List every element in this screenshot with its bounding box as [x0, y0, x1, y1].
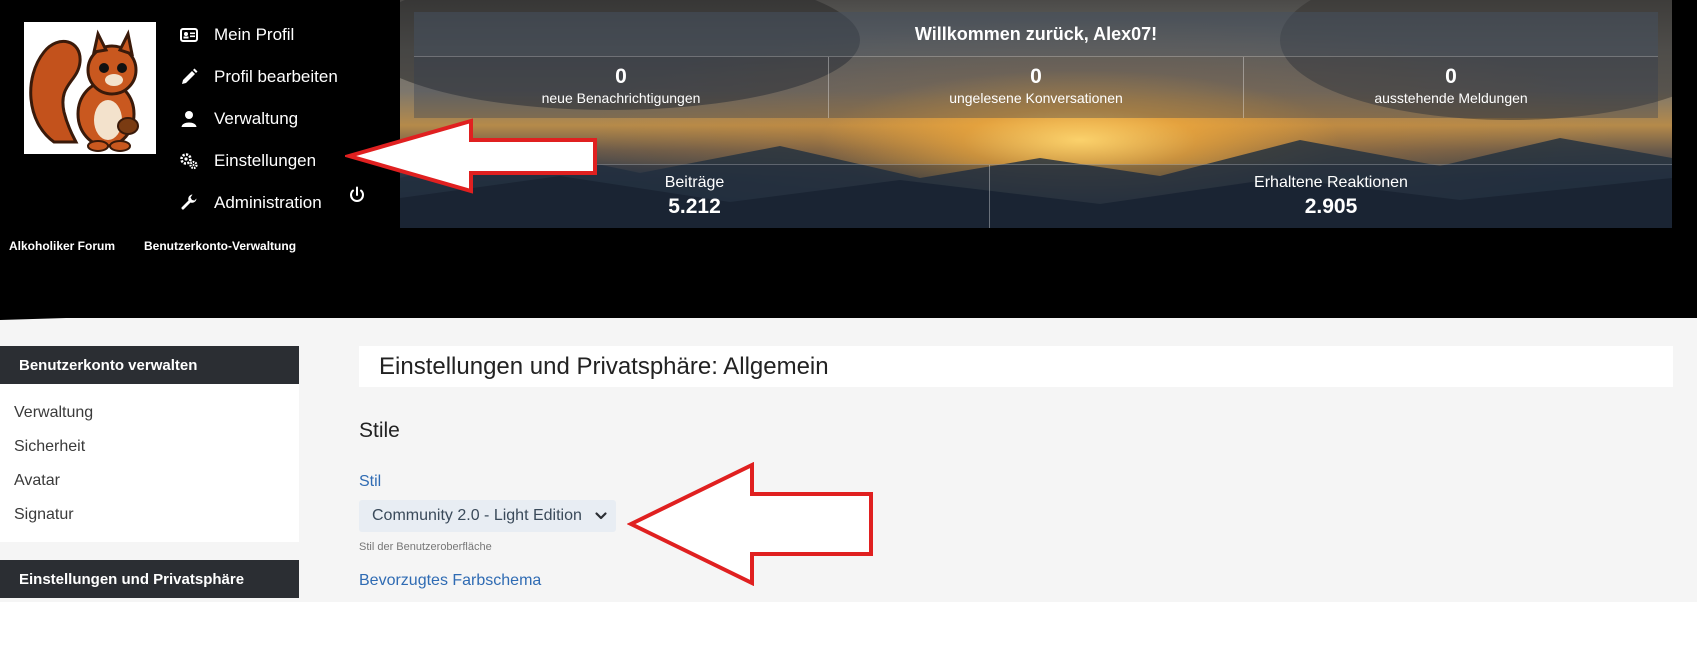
notification-stats: 0 neue Benachrichtigungen 0 ungelesene K… — [414, 56, 1658, 118]
sidebar-gap — [0, 542, 299, 560]
welcome-bar: Willkommen zurück, Alex07! — [414, 12, 1658, 56]
header-diagonal-edge — [0, 268, 1697, 320]
menu-item-einstellungen[interactable]: Einstellungen — [180, 140, 338, 182]
stat-label: Erhaltene Reaktionen — [1254, 174, 1408, 191]
sidebar-item-signatur[interactable]: Signatur — [0, 498, 299, 532]
style-select[interactable]: Community 2.0 - Light Edition — [359, 500, 616, 532]
style-label[interactable]: Stil — [359, 473, 1673, 491]
avatar[interactable] — [24, 22, 156, 154]
gears-icon — [180, 152, 198, 170]
stat-label: ausstehende Meldungen — [1374, 90, 1528, 106]
sidebar-header[interactable]: Einstellungen und Privatsphäre — [0, 560, 299, 598]
menu-item-administration[interactable]: Administration — [180, 182, 338, 224]
breadcrumb-link[interactable]: Benutzerkonto-Verwaltung — [144, 239, 296, 253]
bottom-whitespace — [0, 602, 1697, 648]
stat-value: 0 — [615, 65, 627, 88]
pencil-icon — [180, 68, 198, 86]
menu-item-label: Profil bearbeiten — [214, 67, 338, 86]
menu-item-label: Einstellungen — [214, 151, 317, 170]
content: Einstellungen und Privatsphäre: Allgemei… — [359, 346, 1673, 590]
stat-value: 0 — [1445, 65, 1457, 88]
style-hint: Stil der Benutzeroberfläche — [359, 541, 492, 553]
wrench-icon — [180, 194, 198, 212]
sidebar-item-verwaltung[interactable]: Verwaltung — [0, 396, 299, 430]
stat-reports[interactable]: 0 ausstehende Meldungen — [1244, 57, 1658, 118]
sidebar-item-sicherheit[interactable]: Sicherheit — [0, 430, 299, 464]
welcome-text: Willkommen zurück, Alex07! — [914, 23, 1158, 44]
squirrel-avatar-image — [24, 22, 156, 154]
stat-value: 2.905 — [1304, 195, 1358, 218]
page-title: Einstellungen und Privatsphäre: Allgemei… — [359, 346, 1673, 387]
menu-item-profil-bearbeiten[interactable]: Profil bearbeiten — [180, 56, 338, 98]
menu-item-mein-profil[interactable]: Mein Profil — [180, 14, 338, 56]
sidebar-header: Benutzerkonto verwalten — [0, 346, 299, 384]
stat-conversations[interactable]: 0 ungelesene Konversationen — [829, 57, 1244, 118]
menu-item-verwaltung[interactable]: Verwaltung — [180, 98, 338, 140]
user-menu: Mein Profil Profil bearbeiten Verwaltung… — [180, 14, 338, 224]
menu-item-label: Administration — [214, 193, 322, 212]
menu-item-label: Verwaltung — [214, 109, 299, 128]
sidebar-section-settings: Einstellungen und Privatsphäre — [0, 560, 299, 598]
breadcrumb-link[interactable]: Alkoholiker Forum — [9, 239, 115, 253]
page: Mein Profil Profil bearbeiten Verwaltung… — [0, 0, 1697, 648]
sidebar-section-account: Benutzerkonto verwalten Verwaltung Siche… — [0, 346, 299, 542]
annotation-arrow-settings — [345, 118, 597, 194]
stat-label: neue Benachrichtigungen — [541, 90, 701, 106]
sidebar-list: Verwaltung Sicherheit Avatar Signatur — [0, 384, 299, 542]
stat-value: 0 — [1030, 65, 1042, 88]
style-select-value: Community 2.0 - Light Edition — [372, 507, 582, 524]
breadcrumb: Alkoholiker Forum Benutzerkonto-Verwaltu… — [9, 239, 296, 253]
menu-item-label: Mein Profil — [214, 25, 295, 44]
user-icon — [180, 110, 198, 128]
sidebar: Benutzerkonto verwalten Verwaltung Siche… — [0, 346, 299, 598]
chevron-down-icon — [595, 512, 607, 520]
id-card-icon — [180, 26, 198, 44]
section-heading: Stile — [359, 419, 400, 442]
sidebar-item-avatar[interactable]: Avatar — [0, 464, 299, 498]
stat-reactions[interactable]: Erhaltene Reaktionen 2.905 — [990, 165, 1672, 228]
stat-value: 5.212 — [668, 195, 721, 218]
stat-label: ungelesene Konversationen — [949, 90, 1123, 106]
stat-notifications[interactable]: 0 neue Benachrichtigungen — [414, 57, 829, 118]
annotation-arrow-style — [627, 462, 873, 586]
color-scheme-label[interactable]: Bevorzugtes Farbschema — [359, 572, 1673, 590]
